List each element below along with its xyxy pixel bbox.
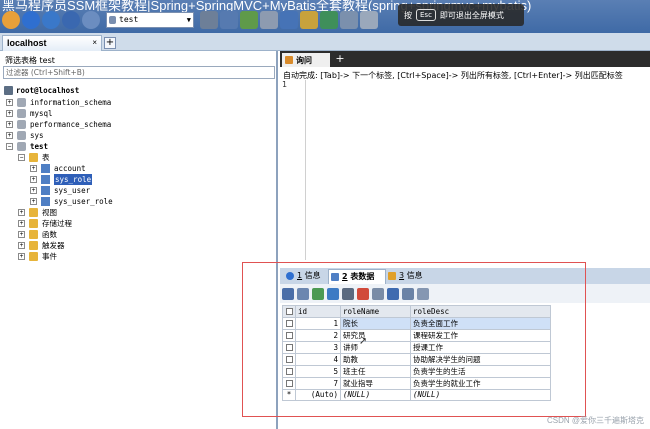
line-number-gutter: 1: [282, 80, 306, 260]
folder-icon: [29, 219, 38, 228]
database-icon: [17, 98, 26, 107]
tree-db-performance-schema[interactable]: + performance_schema: [6, 119, 206, 130]
database-icon: [17, 120, 26, 129]
execute-all-icon[interactable]: [220, 11, 238, 29]
tree-db-sys[interactable]: + sys: [6, 130, 206, 141]
expand-icon[interactable]: +: [6, 99, 13, 106]
add-query-tab-button[interactable]: +: [334, 53, 346, 65]
tab-query[interactable]: 询问: [282, 53, 330, 67]
tree-folder-views[interactable]: + 视图: [18, 207, 218, 218]
refresh-icon[interactable]: [240, 11, 258, 29]
expand-icon[interactable]: +: [30, 187, 37, 194]
folder-icon: [29, 252, 38, 261]
add-connection-button[interactable]: +: [104, 37, 116, 49]
expand-icon[interactable]: +: [18, 220, 25, 227]
expand-icon[interactable]: +: [18, 209, 25, 216]
autocomplete-hint: 自动完成: [Tab]-> 下一个标签, [Ctrl+Space]-> 列出所有…: [283, 71, 623, 80]
connection-tab-strip: localhost × +: [0, 33, 650, 51]
folder-icon: [29, 241, 38, 250]
expand-icon[interactable]: +: [6, 132, 13, 139]
database-icon: [17, 109, 26, 118]
tree-folder-functions[interactable]: + 函数: [18, 229, 218, 240]
tree-table-sys-role[interactable]: + sys_role: [30, 174, 230, 185]
filter-input[interactable]: 过滤器 (Ctrl+Shift+B): [3, 66, 275, 79]
tree-folder-tables[interactable]: − 表: [18, 152, 218, 163]
import-icon[interactable]: [320, 11, 338, 29]
disconnect-icon[interactable]: [42, 11, 60, 29]
collapse-icon[interactable]: −: [6, 143, 13, 150]
expand-icon[interactable]: +: [18, 242, 25, 249]
chevron-down-icon: ▼: [186, 16, 191, 24]
connection-tab[interactable]: localhost ×: [2, 35, 102, 51]
annotation-highlight-box: [242, 262, 586, 417]
object-browser: 筛选表格 test 过滤器 (Ctrl+Shift+B) root@localh…: [0, 51, 278, 429]
esc-key: Esc: [416, 9, 436, 21]
title-bar: 黑马程序员SSM框架教程|Spring+SpringMVC+MyBatis全套教…: [0, 0, 650, 33]
folder-icon: [29, 208, 38, 217]
table-icon: [41, 164, 50, 173]
database-icon: [17, 142, 26, 151]
mouse-cursor-icon: ➚: [359, 336, 368, 347]
expand-icon[interactable]: +: [30, 176, 37, 183]
expand-icon[interactable]: +: [6, 110, 13, 117]
main-toolbar: test ▼: [0, 7, 650, 33]
table-icon: [41, 175, 50, 184]
connection-manager-icon[interactable]: [22, 11, 40, 29]
expand-icon[interactable]: +: [6, 121, 13, 128]
folder-icon: [29, 230, 38, 239]
table-icon: [41, 186, 50, 195]
stop-icon[interactable]: [260, 11, 278, 29]
tree-db-test[interactable]: − test: [6, 141, 206, 152]
tree-table-sys-user-role[interactable]: + sys_user_role: [30, 196, 230, 207]
table-data-icon[interactable]: [280, 11, 298, 29]
folder-icon: [29, 153, 38, 162]
expand-icon[interactable]: +: [18, 231, 25, 238]
table-icon: [41, 197, 50, 206]
tree-folder-procedures[interactable]: + 存储过程: [18, 218, 218, 229]
expand-icon[interactable]: +: [18, 253, 25, 260]
schema-icon[interactable]: [82, 11, 100, 29]
fullscreen-hint: 按 Esc 即可退出全屏模式: [398, 4, 524, 26]
new-connection-icon[interactable]: [2, 11, 20, 29]
close-icon[interactable]: ×: [92, 38, 97, 47]
backup-icon[interactable]: [300, 11, 318, 29]
database-icon: [109, 16, 116, 24]
schema-designer-icon[interactable]: [340, 11, 358, 29]
tree-folder-triggers[interactable]: + 触发器: [18, 240, 218, 251]
tree-table-account[interactable]: + account: [30, 163, 230, 174]
expand-icon[interactable]: +: [30, 198, 37, 205]
collapse-icon[interactable]: −: [18, 154, 25, 161]
expand-icon[interactable]: +: [30, 165, 37, 172]
database-select[interactable]: test ▼: [106, 12, 194, 28]
query-icon: [285, 56, 293, 64]
tree-table-sys-user[interactable]: + sys_user: [30, 185, 230, 196]
query-tab-strip: 询问 +: [280, 51, 650, 67]
database-icon: [17, 131, 26, 140]
watermark: CSDN @爱你三千遍斯塔克: [546, 416, 644, 425]
tree-db-mysql[interactable]: + mysql: [6, 108, 206, 119]
execute-query-icon[interactable]: [200, 11, 218, 29]
server-icon: [4, 86, 13, 95]
user-manager-icon[interactable]: [62, 11, 80, 29]
sql-editor-icon[interactable]: [360, 11, 378, 29]
filter-label: 筛选表格 test: [5, 56, 55, 65]
tree-db-information-schema[interactable]: + information_schema: [6, 97, 206, 108]
tree-folder-events[interactable]: + 事件: [18, 251, 218, 262]
